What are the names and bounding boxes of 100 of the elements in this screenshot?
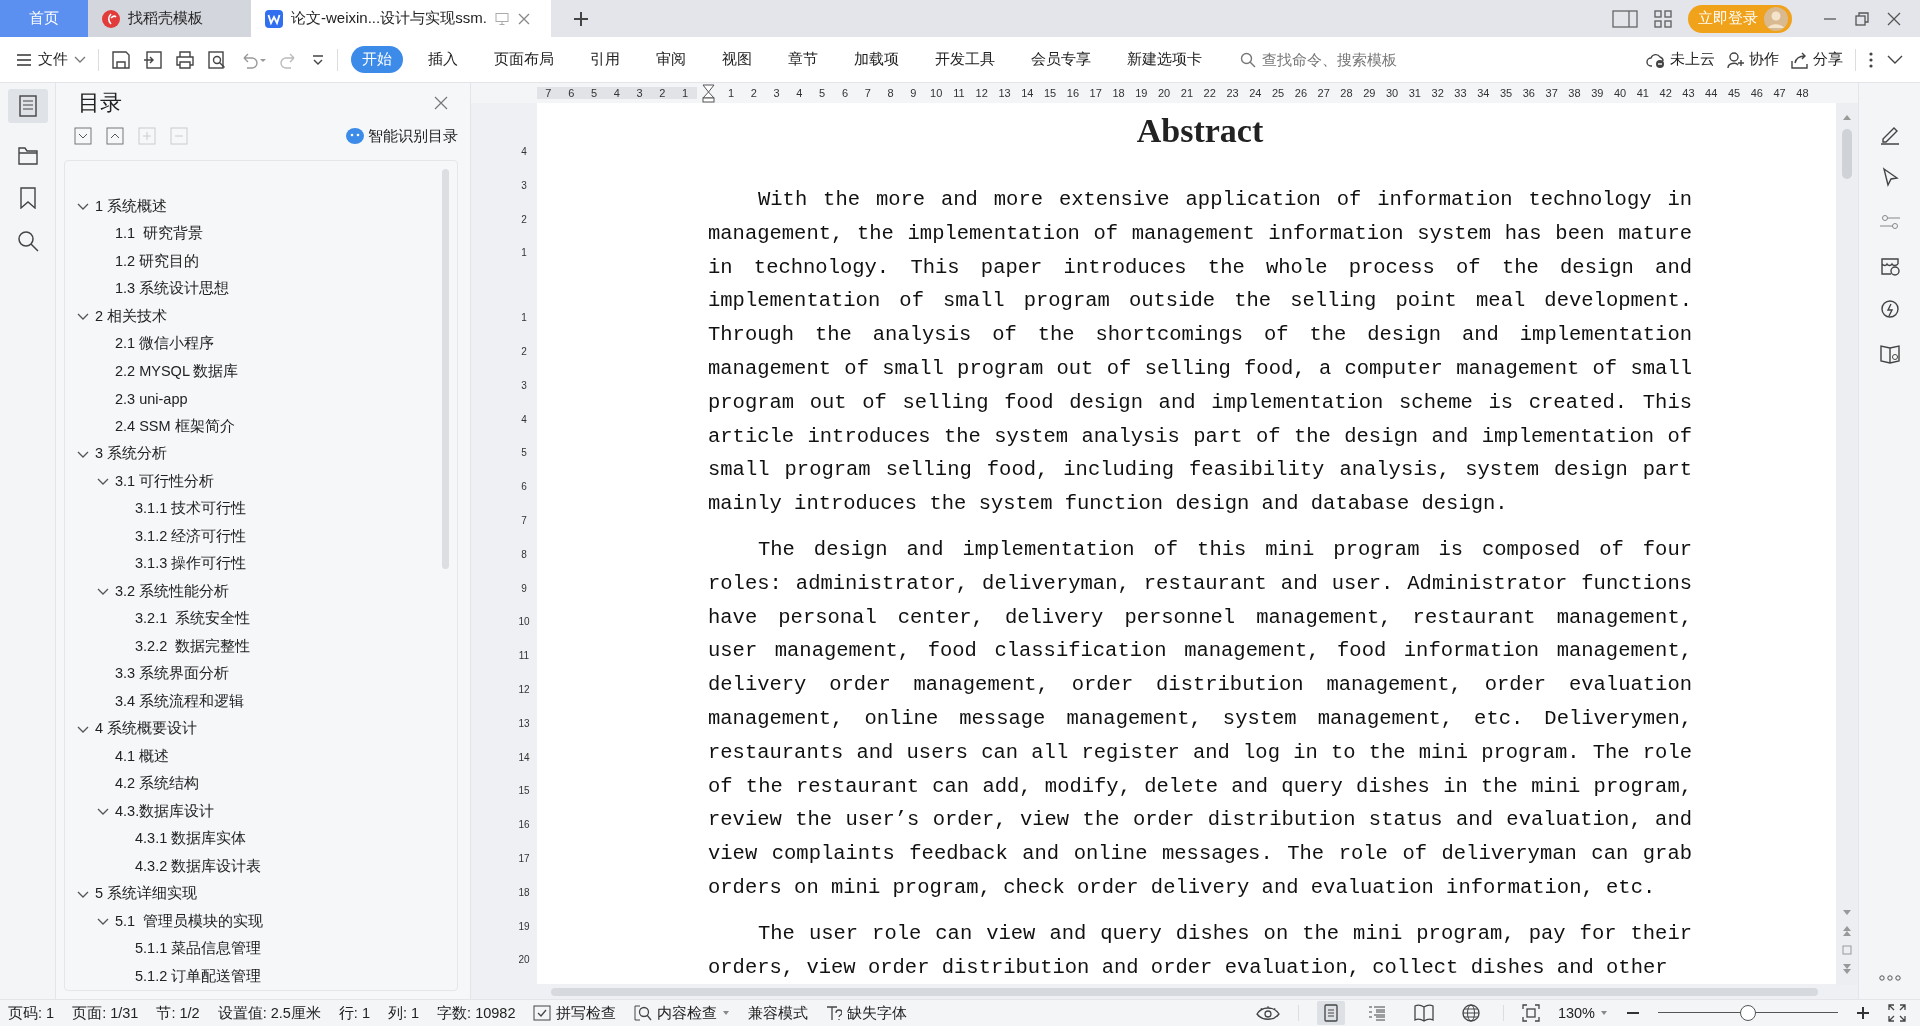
fullscreen-icon[interactable] <box>1888 1004 1906 1022</box>
ruler-number: 9 <box>520 582 528 596</box>
outline-item[interactable]: 3.1.3 操作可行性 <box>135 554 247 574</box>
cloud-button[interactable]: 未上云 <box>1646 50 1715 69</box>
close-icon[interactable] <box>1886 10 1902 27</box>
compat-mode-button[interactable]: 兼容模式 <box>748 1003 809 1023</box>
zoom-in-icon[interactable] <box>1856 1006 1870 1020</box>
print-preview-icon[interactable] <box>207 49 227 70</box>
collapse-all-icon[interactable] <box>106 127 124 145</box>
folder-icon[interactable] <box>16 144 39 166</box>
ribbon-tab[interactable]: 引用 <box>579 46 631 73</box>
ribbon-tab[interactable]: 开发工具 <box>924 46 1006 73</box>
outline-item[interactable]: 1 系统概述 <box>95 196 168 216</box>
outline-item[interactable]: 5 系统详细实现 <box>95 884 198 904</box>
document-tab[interactable]: 论文-weixin...设计与实现ssm. <box>251 0 551 37</box>
outline-item[interactable]: 3.1.2 经济可行性 <box>135 526 247 546</box>
outline-item[interactable]: 1.3 系统设计思想 <box>115 279 230 299</box>
ruler-number: 25 <box>1270 87 1286 99</box>
ruler-number: 27 <box>1316 87 1331 99</box>
search-icon[interactable] <box>16 230 39 252</box>
bookmark-icon[interactable] <box>18 187 37 209</box>
save-icon[interactable] <box>111 49 131 70</box>
outline-item[interactable]: 4.3.数据库设计 <box>115 801 215 821</box>
ruler-number: 40 <box>1612 87 1628 99</box>
outline-list-icon <box>1367 1004 1386 1022</box>
scrollbar-thumb[interactable] <box>551 988 1818 996</box>
print-icon[interactable] <box>175 49 195 70</box>
ribbon-tab[interactable]: 会员专享 <box>1020 46 1102 73</box>
outline-item[interactable]: 1.2 研究目的 <box>115 251 200 271</box>
eye-icon[interactable] <box>1255 1005 1280 1021</box>
expand-all-icon[interactable] <box>74 127 92 145</box>
outline-item[interactable]: 1.1 研究背景 <box>115 224 204 244</box>
missing-font-button[interactable]: 缺失字体 <box>826 1003 908 1023</box>
outline-item[interactable]: 3 系统分析 <box>95 444 168 464</box>
collaborate-button[interactable]: 协作 <box>1727 50 1779 69</box>
outline-item[interactable]: 2 相关技术 <box>95 306 168 326</box>
outline-item[interactable]: 3.4 系统流程和逻辑 <box>115 691 245 711</box>
ruler-number: 17 <box>1088 87 1103 99</box>
ruler-number: 13 <box>517 717 531 731</box>
outline-item[interactable]: 4.1 概述 <box>115 746 170 766</box>
ruler-number: 42 <box>1658 87 1673 99</box>
ruler-number: 7 <box>520 514 528 528</box>
grid-icon[interactable] <box>1654 9 1672 28</box>
close-icon[interactable] <box>516 11 531 26</box>
outline-item[interactable]: 3.1.1 技术可行性 <box>135 499 247 519</box>
ruler-number: 1 <box>681 87 690 99</box>
new-tab-icon[interactable] <box>573 10 589 27</box>
table-of-contents-icon[interactable] <box>7 89 48 123</box>
outline-item[interactable]: 2.2 MYSQL 数据库 <box>115 361 239 381</box>
ruler-number: 11 <box>517 650 531 664</box>
page-view-button[interactable] <box>1316 1001 1345 1025</box>
scrollbar-thumb[interactable] <box>1842 129 1852 179</box>
content-check-button[interactable]: 内容检查 <box>634 1003 731 1023</box>
outline-item[interactable]: 3.2 系统性能分析 <box>115 581 230 601</box>
outline-item[interactable]: 2.4 SSM 框架简介 <box>115 416 235 436</box>
ribbon-tab[interactable]: 插入 <box>417 46 469 73</box>
chevron-down-icon[interactable] <box>1886 53 1904 66</box>
ribbon-tab[interactable]: 新建选项卡 <box>1116 46 1213 73</box>
outline-item[interactable]: 2.1 微信小程序 <box>115 334 215 354</box>
ruler-number: 28 <box>1339 87 1354 99</box>
outline-item[interactable]: 3.3 系统界面分析 <box>115 664 230 684</box>
more-icon[interactable] <box>1868 50 1874 69</box>
ruler-number: 10 <box>517 616 531 630</box>
ribbon-tab[interactable]: 视图 <box>711 46 763 73</box>
outline-item[interactable]: 4.2 系统结构 <box>115 774 200 794</box>
ribbon-tab[interactable]: 审阅 <box>645 46 697 73</box>
search-field[interactable]: 查找命令、搜索模板 <box>1240 50 1464 69</box>
outline-item[interactable]: 5.1 管理员模块的实现 <box>115 911 264 931</box>
outline-item[interactable]: 3.2.2 数据完整性 <box>135 636 251 656</box>
outline-item[interactable]: 3.2.1 系统安全性 <box>135 609 251 629</box>
close-icon[interactable] <box>434 95 448 110</box>
restore-icon[interactable] <box>1854 10 1870 27</box>
ribbon-tab[interactable]: 章节 <box>777 46 829 73</box>
outline-item[interactable]: 4.3.1 数据库实体 <box>135 829 247 849</box>
leaf-logo-icon <box>102 9 120 28</box>
export-icon[interactable] <box>143 49 163 70</box>
share-button[interactable]: 分享 <box>1791 50 1843 69</box>
zoom-slider[interactable] <box>1658 1005 1838 1021</box>
fit-page-icon[interactable] <box>1521 1004 1540 1022</box>
outline-item[interactable]: 4.3.2 数据库设计表 <box>135 856 262 876</box>
zoom-dropdown[interactable]: 130% <box>1557 1005 1608 1021</box>
avatar-icon <box>1764 6 1788 31</box>
ribbon-tab[interactable]: 页面布局 <box>483 46 565 73</box>
file-menu[interactable]: 文件 <box>16 50 86 69</box>
outline-item[interactable]: 4 系统概要设计 <box>95 719 198 739</box>
store-icon[interactable] <box>1878 255 1901 277</box>
ribbon-tab[interactable]: 加载项 <box>843 46 910 73</box>
outline-item[interactable]: 5.1.2 订单配送管理 <box>135 966 262 986</box>
document-tab[interactable]: 找稻壳模板 <box>88 0 251 37</box>
outline-item[interactable]: 2.3 uni-app <box>115 390 188 407</box>
book-search-icon[interactable] <box>1878 343 1901 365</box>
outline-item[interactable]: 5.1.1 菜品信息管理 <box>135 939 262 959</box>
spell-check-button[interactable]: 拼写检查 <box>533 1003 617 1023</box>
dropdown-icon[interactable] <box>311 52 325 67</box>
scrollbar-thumb[interactable] <box>442 168 449 569</box>
ruler-number: 6 <box>840 87 849 99</box>
outline-item[interactable]: 3.1 可行性分析 <box>115 471 215 491</box>
bolt-bulb-icon[interactable] <box>1878 299 1901 321</box>
ruler-number: 14 <box>517 751 531 765</box>
smart-toc-button[interactable]: 智能识别目录 <box>346 126 458 146</box>
